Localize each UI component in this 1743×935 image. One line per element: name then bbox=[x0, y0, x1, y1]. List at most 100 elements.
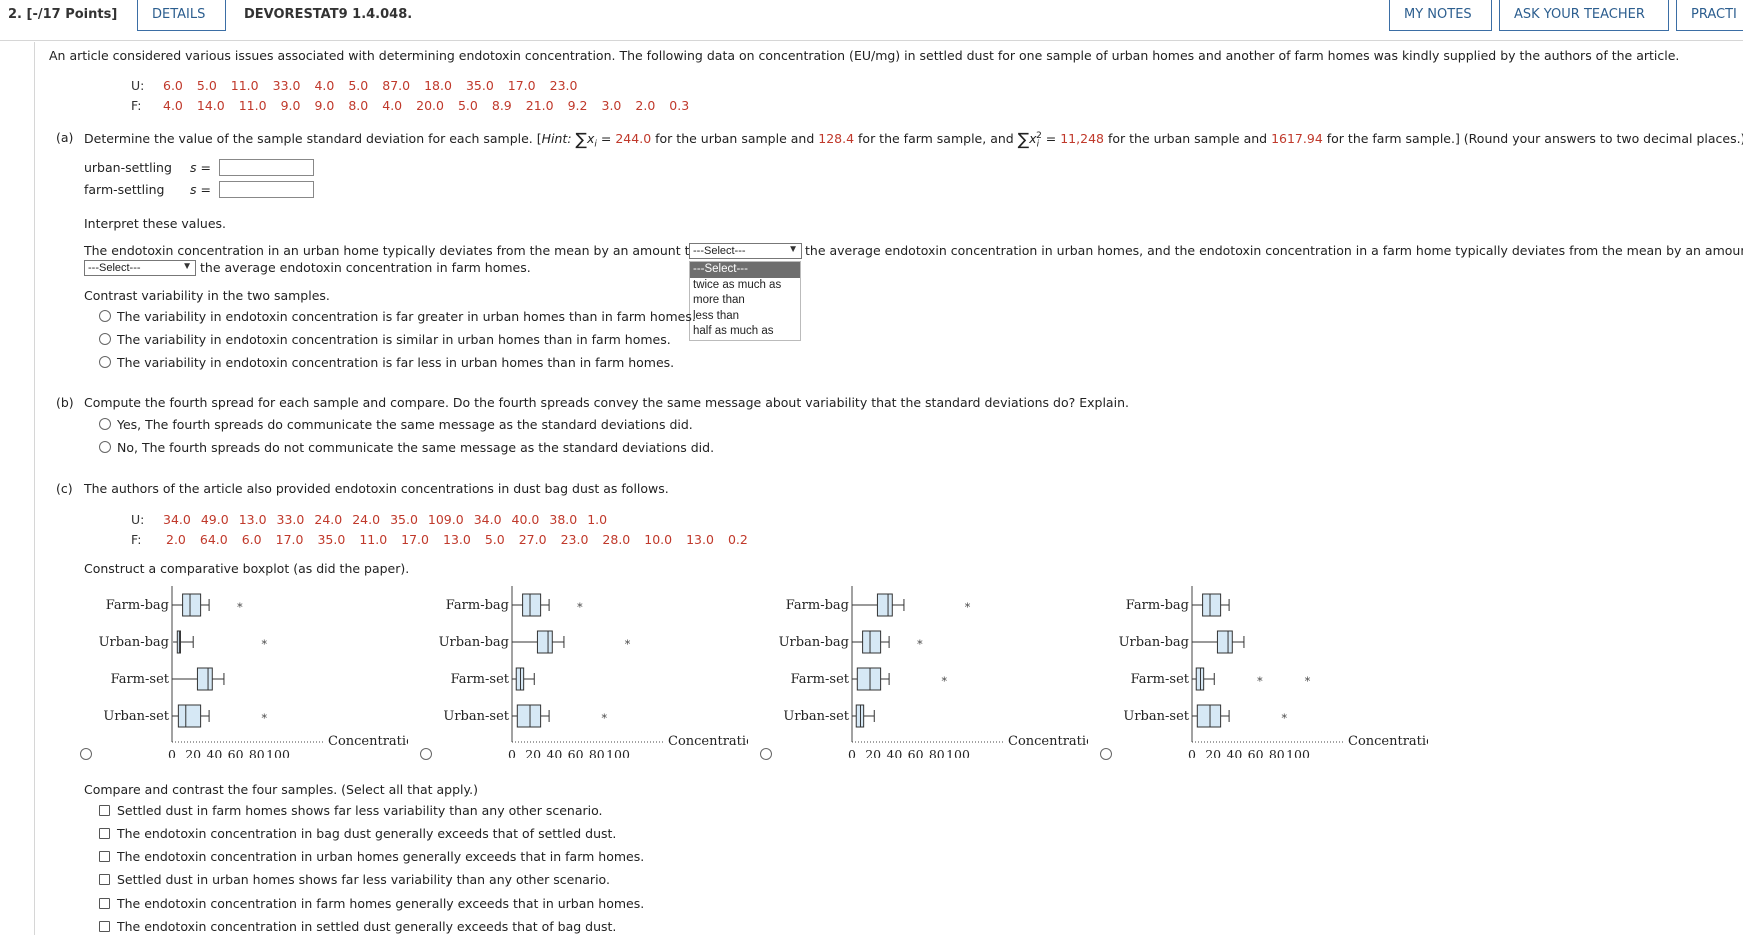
select-farm-value: ---Select--- bbox=[88, 262, 141, 274]
data-value: 1.0 bbox=[587, 512, 608, 527]
dropdown-option-twice[interactable]: twice as much as bbox=[690, 278, 800, 294]
x-tick-label: 0 bbox=[1188, 747, 1196, 758]
contrast-option-2[interactable]: The variability in endotoxin concentrati… bbox=[117, 332, 671, 347]
my-notes-button[interactable]: MY NOTES bbox=[1389, 0, 1492, 31]
compare-checkbox-5[interactable] bbox=[99, 898, 110, 909]
x-tick-label: 60 bbox=[568, 747, 584, 758]
data-value: 24.0 bbox=[352, 512, 381, 527]
x-tick-label: 100 bbox=[1286, 747, 1310, 758]
data-value: 13.0 bbox=[443, 532, 471, 547]
dropdown-option-more[interactable]: more than bbox=[690, 293, 800, 309]
comparison-dropdown-list[interactable]: ---Select--- twice as much as more than … bbox=[689, 261, 801, 341]
compare-checkbox-4[interactable] bbox=[99, 874, 110, 885]
data-value: 10.0 bbox=[644, 532, 673, 547]
urban-s-input[interactable] bbox=[219, 159, 314, 176]
category-label: Farm-set bbox=[451, 672, 510, 687]
dropdown-option-half[interactable]: half as much as bbox=[690, 324, 800, 340]
ask-teacher-button[interactable]: ASK YOUR TEACHER bbox=[1499, 0, 1669, 31]
category-label: Urban-set bbox=[103, 709, 169, 724]
data-value: 38.0 bbox=[549, 512, 578, 527]
outlier-mark: * bbox=[261, 712, 267, 725]
x-axis-label: Concentration bbox=[1348, 734, 1428, 749]
compare-option-5[interactable]: The endotoxin concentration in farm home… bbox=[117, 896, 644, 911]
compare-checkbox-3[interactable] bbox=[99, 851, 110, 862]
box-iqr bbox=[855, 704, 865, 728]
assignment-title: DEVORESTAT9 1.4.048. bbox=[244, 7, 413, 22]
part-b-option-1[interactable]: Yes, The fourth spreads do communicate t… bbox=[117, 417, 693, 432]
farm-s-input[interactable] bbox=[219, 181, 314, 198]
data-value: 5.0 bbox=[348, 78, 369, 93]
category-label: Urban-bag bbox=[779, 635, 849, 650]
contrast-radio-1[interactable] bbox=[99, 310, 111, 322]
data-value: 40.0 bbox=[511, 512, 540, 527]
header-divider bbox=[0, 40, 1743, 41]
category-label: Urban-bag bbox=[99, 635, 169, 650]
x-axis-label: Concentration bbox=[1008, 734, 1088, 749]
x-tick-label: 20 bbox=[525, 747, 541, 758]
x-tick-label: 100 bbox=[606, 747, 630, 758]
x-tick-label: 0 bbox=[168, 747, 176, 758]
part-a-text-2: for the urban sample and bbox=[651, 131, 819, 146]
part-c-label: (c) bbox=[56, 481, 73, 496]
outlier-mark: * bbox=[1281, 712, 1287, 725]
compare-option-3[interactable]: The endotoxin concentration in urban hom… bbox=[117, 849, 644, 864]
select-urban-value: ---Select--- bbox=[693, 245, 746, 257]
bag-u-values: 34.0 49.0 13.0 33.0 24.0 24.0 35.0 109.0 34.0 40.… bbox=[163, 512, 617, 527]
box-iqr bbox=[1216, 630, 1233, 654]
x-tick-label: 20 bbox=[185, 747, 201, 758]
category-label: Farm-set bbox=[111, 672, 170, 687]
contrast-radio-2[interactable] bbox=[99, 333, 111, 345]
category-label: Urban-set bbox=[443, 709, 509, 724]
data-value: 27.0 bbox=[518, 532, 547, 547]
details-button[interactable]: DETAILS bbox=[137, 0, 226, 31]
category-label: Farm-set bbox=[791, 672, 850, 687]
data-value: 14.0 bbox=[196, 98, 225, 113]
interpret-sentence-3: the average endotoxin concentration in f… bbox=[200, 260, 531, 275]
settled-u-label: U: bbox=[131, 78, 145, 93]
outlier-mark: * bbox=[577, 601, 583, 614]
data-value: 13.0 bbox=[238, 512, 267, 527]
part-a-text-4: for the urban sample and bbox=[1103, 131, 1272, 146]
compare-option-6[interactable]: The endotoxin concentration in settled d… bbox=[117, 919, 616, 934]
eq-2: = bbox=[1041, 131, 1061, 146]
data-value: 20.0 bbox=[416, 98, 444, 113]
contrast-radio-3[interactable] bbox=[99, 356, 111, 368]
box-iqr bbox=[1202, 593, 1222, 617]
practice-button[interactable]: PRACTI bbox=[1676, 0, 1743, 31]
part-b-radio-1[interactable] bbox=[99, 418, 111, 430]
compare-checkbox-2[interactable] bbox=[99, 828, 110, 839]
data-value: 0.3 bbox=[669, 98, 690, 113]
compare-option-4[interactable]: Settled dust in urban homes shows far le… bbox=[117, 872, 610, 887]
settled-u-values: 6.0 5.0 11.0 33.0 4.0 5.0 87.0 18.0 35.0 17.0 23.0 bbox=[163, 78, 591, 93]
part-b-option-2[interactable]: No, The fourth spreads do not communicat… bbox=[117, 440, 714, 455]
x-tick-label: 80 bbox=[589, 747, 605, 758]
select-farm-comparison[interactable]: ---Select--- ▼ bbox=[84, 260, 196, 276]
boxplot-chart: Concentration 0 20 40 60 80100 Farm-bag * Urban-… bbox=[99, 586, 408, 758]
outlier-mark: * bbox=[1257, 675, 1263, 688]
farm-settling-label: farm-settling bbox=[84, 182, 165, 197]
part-a-question: Determine the value of the sample standa… bbox=[84, 130, 1743, 150]
part-b-radio-2[interactable] bbox=[99, 441, 111, 453]
part-a-text-3: for the farm sample, and bbox=[854, 131, 1018, 146]
compare-option-1[interactable]: Settled dust in farm homes shows far les… bbox=[117, 803, 603, 818]
compare-checkbox-1[interactable] bbox=[99, 805, 110, 816]
dropdown-option-less[interactable]: less than bbox=[690, 309, 800, 325]
contrast-option-3[interactable]: The variability in endotoxin concentrati… bbox=[117, 355, 674, 370]
part-b-label: (b) bbox=[56, 395, 74, 410]
select-urban-comparison[interactable]: ---Select--- ▼ bbox=[689, 243, 802, 259]
intro-text: An article considered various issues ass… bbox=[49, 48, 1680, 63]
contrast-option-1[interactable]: The variability in endotoxin concentrati… bbox=[117, 309, 696, 324]
category-label: Farm-bag bbox=[106, 598, 169, 613]
dropdown-option-select[interactable]: ---Select--- bbox=[690, 262, 800, 278]
compare-checkbox-6[interactable] bbox=[99, 921, 110, 932]
compare-option-2[interactable]: The endotoxin concentration in bag dust … bbox=[117, 826, 616, 841]
data-value: 21.0 bbox=[525, 98, 554, 113]
chevron-down-icon: ▼ bbox=[182, 261, 192, 272]
box-iqr bbox=[1195, 667, 1205, 691]
part-a-question-text: Determine the value of the sample standa… bbox=[84, 131, 542, 146]
boxplot-chart: Concentration 0 20 40 60 80100 Farm-bag Urban-b… bbox=[1119, 586, 1428, 758]
category-label: Urban-set bbox=[783, 709, 849, 724]
interpret-sentence-2: the average endotoxin concentration in u… bbox=[805, 243, 1743, 258]
outlier-mark: * bbox=[601, 712, 607, 725]
question-points: 2. [-/17 Points] bbox=[8, 7, 118, 22]
